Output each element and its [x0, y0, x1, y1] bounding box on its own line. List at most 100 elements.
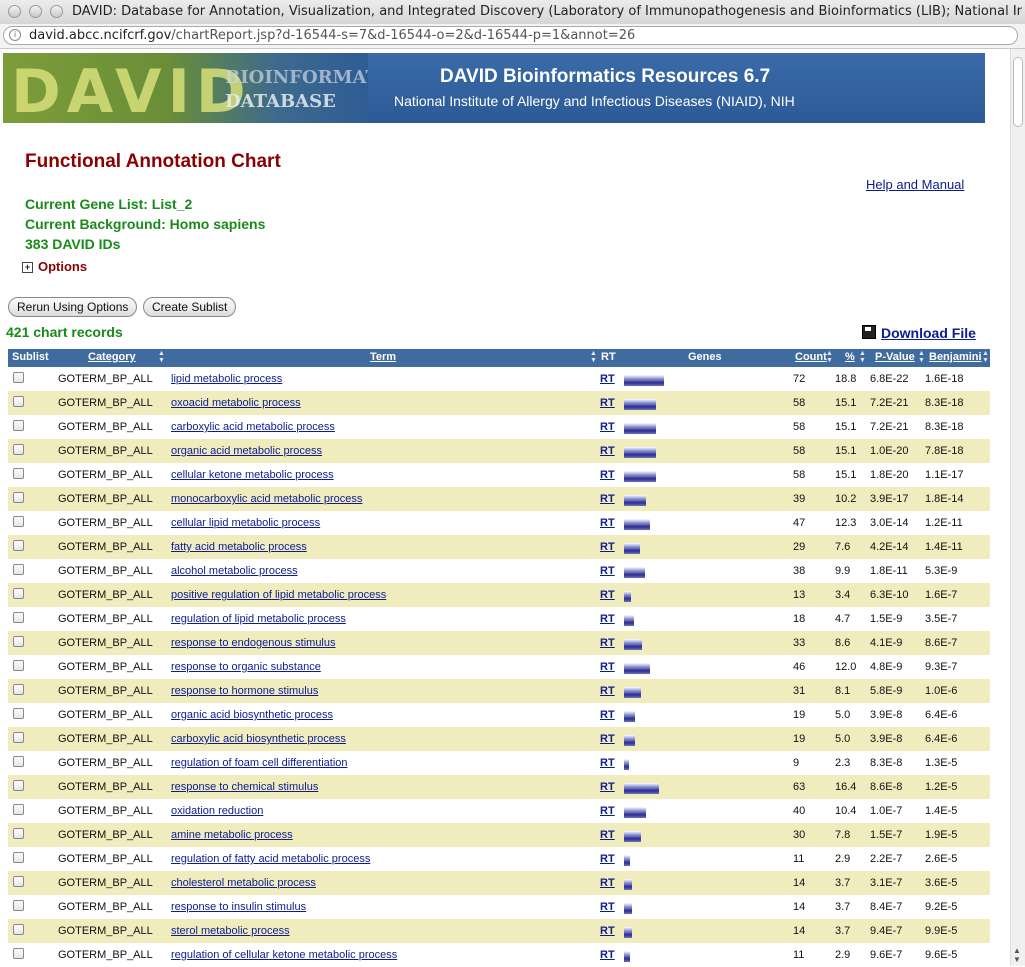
term-link[interactable]: cellular lipid metabolic process — [171, 517, 320, 529]
genes-bar[interactable] — [624, 423, 656, 434]
genes-bar[interactable] — [624, 711, 635, 722]
header-count[interactable]: Count — [795, 351, 827, 363]
rt-link[interactable]: RT — [600, 373, 615, 385]
benjamini-sort-icon[interactable]: ▲ ▼ — [982, 350, 989, 364]
rt-link[interactable]: RT — [600, 925, 615, 937]
term-link[interactable]: fatty acid metabolic process — [171, 541, 307, 553]
genes-bar[interactable] — [624, 663, 650, 674]
sublist-checkbox[interactable] — [13, 924, 24, 935]
sublist-checkbox[interactable] — [13, 636, 24, 647]
download-file-link[interactable]: Download File — [862, 325, 976, 341]
sublist-checkbox[interactable] — [13, 516, 24, 527]
genes-bar[interactable] — [624, 471, 656, 482]
genes-bar[interactable] — [624, 567, 645, 578]
genes-bar[interactable] — [624, 615, 634, 626]
url-text[interactable]: david.abcc.ncifcrf.gov/chartReport.jsp?d… — [29, 28, 635, 43]
genes-bar[interactable] — [624, 831, 641, 842]
sublist-checkbox[interactable] — [13, 948, 24, 959]
minimize-window-button[interactable] — [29, 5, 42, 18]
term-link[interactable]: regulation of fatty acid metabolic proce… — [171, 853, 370, 865]
david-logo[interactable]: DAVID BIOINFORMATICS DATABASE — [3, 53, 368, 123]
sublist-checkbox[interactable] — [13, 828, 24, 839]
genes-bar[interactable] — [624, 855, 630, 866]
term-link[interactable]: sterol metabolic process — [171, 925, 290, 937]
sublist-checkbox[interactable] — [13, 708, 24, 719]
rt-link[interactable]: RT — [600, 541, 615, 553]
term-link[interactable]: organic acid metabolic process — [171, 445, 322, 457]
vertical-scrollbar[interactable]: ▲ ▼ — [1010, 49, 1025, 966]
rt-link[interactable]: RT — [600, 589, 615, 601]
genes-bar[interactable] — [624, 399, 656, 410]
term-link[interactable]: response to hormone stimulus — [171, 685, 318, 697]
sublist-checkbox[interactable] — [13, 612, 24, 623]
sublist-checkbox[interactable] — [13, 564, 24, 575]
term-link[interactable]: regulation of lipid metabolic process — [171, 613, 346, 625]
term-link[interactable]: positive regulation of lipid metabolic p… — [171, 589, 386, 601]
rt-link[interactable]: RT — [600, 493, 615, 505]
sublist-checkbox[interactable] — [13, 468, 24, 479]
header-term[interactable]: Term — [370, 351, 396, 363]
pvalue-sort-icon[interactable]: ▲ ▼ — [918, 350, 925, 364]
genes-bar[interactable] — [624, 447, 656, 458]
percent-sort-icon[interactable]: ▲ ▼ — [859, 350, 866, 364]
genes-bar[interactable] — [624, 735, 635, 746]
rt-link[interactable]: RT — [600, 805, 615, 817]
scroll-up-arrow-icon[interactable]: ▲ — [1013, 946, 1021, 955]
rt-link[interactable]: RT — [600, 445, 615, 457]
rt-link[interactable]: RT — [600, 613, 615, 625]
scroll-down-arrow-icon[interactable]: ▼ — [1013, 955, 1021, 964]
genes-bar[interactable] — [624, 903, 632, 914]
sublist-checkbox[interactable] — [13, 396, 24, 407]
genes-bar[interactable] — [624, 879, 632, 890]
sublist-checkbox[interactable] — [13, 900, 24, 911]
rt-link[interactable]: RT — [600, 517, 615, 529]
header-pvalue[interactable]: P-Value — [875, 351, 915, 363]
sublist-checkbox[interactable] — [13, 540, 24, 551]
rt-link[interactable]: RT — [600, 901, 615, 913]
term-link[interactable]: response to insulin stimulus — [171, 901, 306, 913]
header-category[interactable]: Category — [88, 351, 136, 363]
site-info-icon[interactable]: i — [9, 29, 21, 41]
rt-link[interactable]: RT — [600, 709, 615, 721]
term-link[interactable]: response to chemical stimulus — [171, 781, 318, 793]
term-link[interactable]: carboxylic acid biosynthetic process — [171, 733, 346, 745]
term-link[interactable]: organic acid biosynthetic process — [171, 709, 333, 721]
term-link[interactable]: response to organic substance — [171, 661, 321, 673]
genes-bar[interactable] — [624, 783, 659, 794]
sublist-checkbox[interactable] — [13, 444, 24, 455]
term-link[interactable]: oxoacid metabolic process — [171, 397, 301, 409]
rt-link[interactable]: RT — [600, 829, 615, 841]
rt-link[interactable]: RT — [600, 565, 615, 577]
expand-plus-icon[interactable]: + — [22, 262, 33, 274]
genes-bar[interactable] — [624, 375, 664, 386]
genes-bar[interactable] — [624, 519, 650, 530]
count-sort-icon[interactable]: ▲ ▼ — [826, 350, 833, 364]
genes-bar[interactable] — [624, 951, 630, 962]
scrollbar-thumb[interactable] — [1013, 57, 1023, 127]
term-link[interactable]: regulation of foam cell differentiation — [171, 757, 348, 769]
rt-link[interactable]: RT — [600, 469, 615, 481]
sublist-checkbox[interactable] — [13, 852, 24, 863]
create-sublist-button[interactable]: Create Sublist — [143, 297, 237, 317]
rt-link[interactable]: RT — [600, 421, 615, 433]
term-link[interactable]: response to endogenous stimulus — [171, 637, 336, 649]
rt-link[interactable]: RT — [600, 949, 615, 961]
close-window-button[interactable] — [8, 5, 21, 18]
term-link[interactable]: cellular ketone metabolic process — [171, 469, 334, 481]
rt-link[interactable]: RT — [600, 757, 615, 769]
genes-bar[interactable] — [624, 543, 640, 554]
rt-link[interactable]: RT — [600, 853, 615, 865]
term-sort-icon[interactable]: ▲ ▼ — [590, 350, 597, 364]
sublist-checkbox[interactable] — [13, 732, 24, 743]
term-link[interactable]: regulation of cellular ketone metabolic … — [171, 949, 397, 961]
sublist-checkbox[interactable] — [13, 780, 24, 791]
genes-bar[interactable] — [624, 495, 646, 506]
term-link[interactable]: lipid metabolic process — [171, 373, 282, 385]
sublist-checkbox[interactable] — [13, 684, 24, 695]
rt-link[interactable]: RT — [600, 397, 615, 409]
term-link[interactable]: cholesterol metabolic process — [171, 877, 316, 889]
sublist-checkbox[interactable] — [13, 756, 24, 767]
term-link[interactable]: amine metabolic process — [171, 829, 293, 841]
genes-bar[interactable] — [624, 687, 641, 698]
help-manual-link[interactable]: Help and Manual — [866, 177, 964, 192]
